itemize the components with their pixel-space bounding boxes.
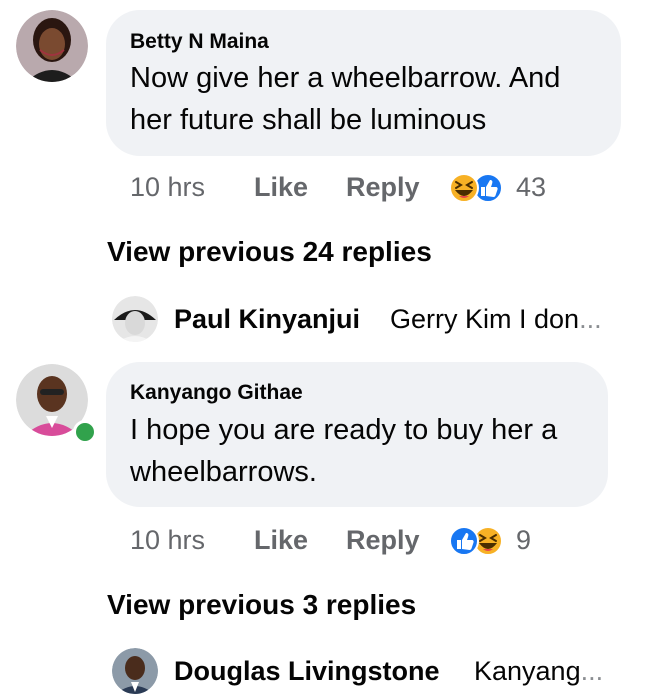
online-status-indicator	[73, 420, 97, 444]
like-reaction-icon	[449, 526, 479, 556]
like-button[interactable]: Like	[254, 172, 308, 203]
comment-text-line: Now give her a wheelbarrow. And	[130, 62, 561, 94]
avatar-paul[interactable]	[112, 296, 158, 342]
comment-author[interactable]: Kanyango Githae	[130, 381, 303, 405]
comment-text-line: wheelbarrows.	[130, 456, 317, 488]
reply-author[interactable]: Douglas Livingstone	[174, 656, 440, 687]
haha-reaction-icon	[449, 173, 479, 203]
reaction-count[interactable]: 43	[516, 172, 546, 203]
reply-snippet-text: Gerry Kim I don	[390, 304, 580, 334]
reply-snippet-ellipsis: ...	[580, 656, 604, 686]
like-button[interactable]: Like	[254, 525, 308, 556]
view-previous-replies-link[interactable]: View previous 3 replies	[107, 589, 416, 621]
reaction-count[interactable]: 9	[516, 525, 531, 556]
comment-timestamp: 10 hrs	[130, 525, 206, 555]
comment-author[interactable]: Betty N Maina	[130, 30, 269, 54]
reply-button[interactable]: Reply	[346, 525, 420, 556]
reaction-summary[interactable]	[448, 525, 508, 556]
reply-snippet[interactable]: Kanyang...	[474, 656, 603, 687]
reply-snippet[interactable]: Gerry Kim I don...	[390, 304, 602, 335]
reply-button[interactable]: Reply	[346, 172, 420, 203]
reply-author[interactable]: Paul Kinyanjui	[174, 304, 360, 335]
avatar-douglas[interactable]	[112, 648, 158, 694]
comment-text-line: I hope you are ready to buy her a	[130, 414, 558, 446]
reaction-summary[interactable]	[448, 172, 508, 203]
comment-text-line: her future shall be luminous	[130, 104, 487, 136]
comment-timestamp: 10 hrs	[130, 172, 206, 202]
view-previous-replies-link[interactable]: View previous 24 replies	[107, 236, 432, 268]
reply-snippet-text: Kanyang	[474, 656, 581, 686]
avatar-betty[interactable]	[16, 10, 88, 82]
reply-snippet-ellipsis: ...	[579, 304, 602, 334]
